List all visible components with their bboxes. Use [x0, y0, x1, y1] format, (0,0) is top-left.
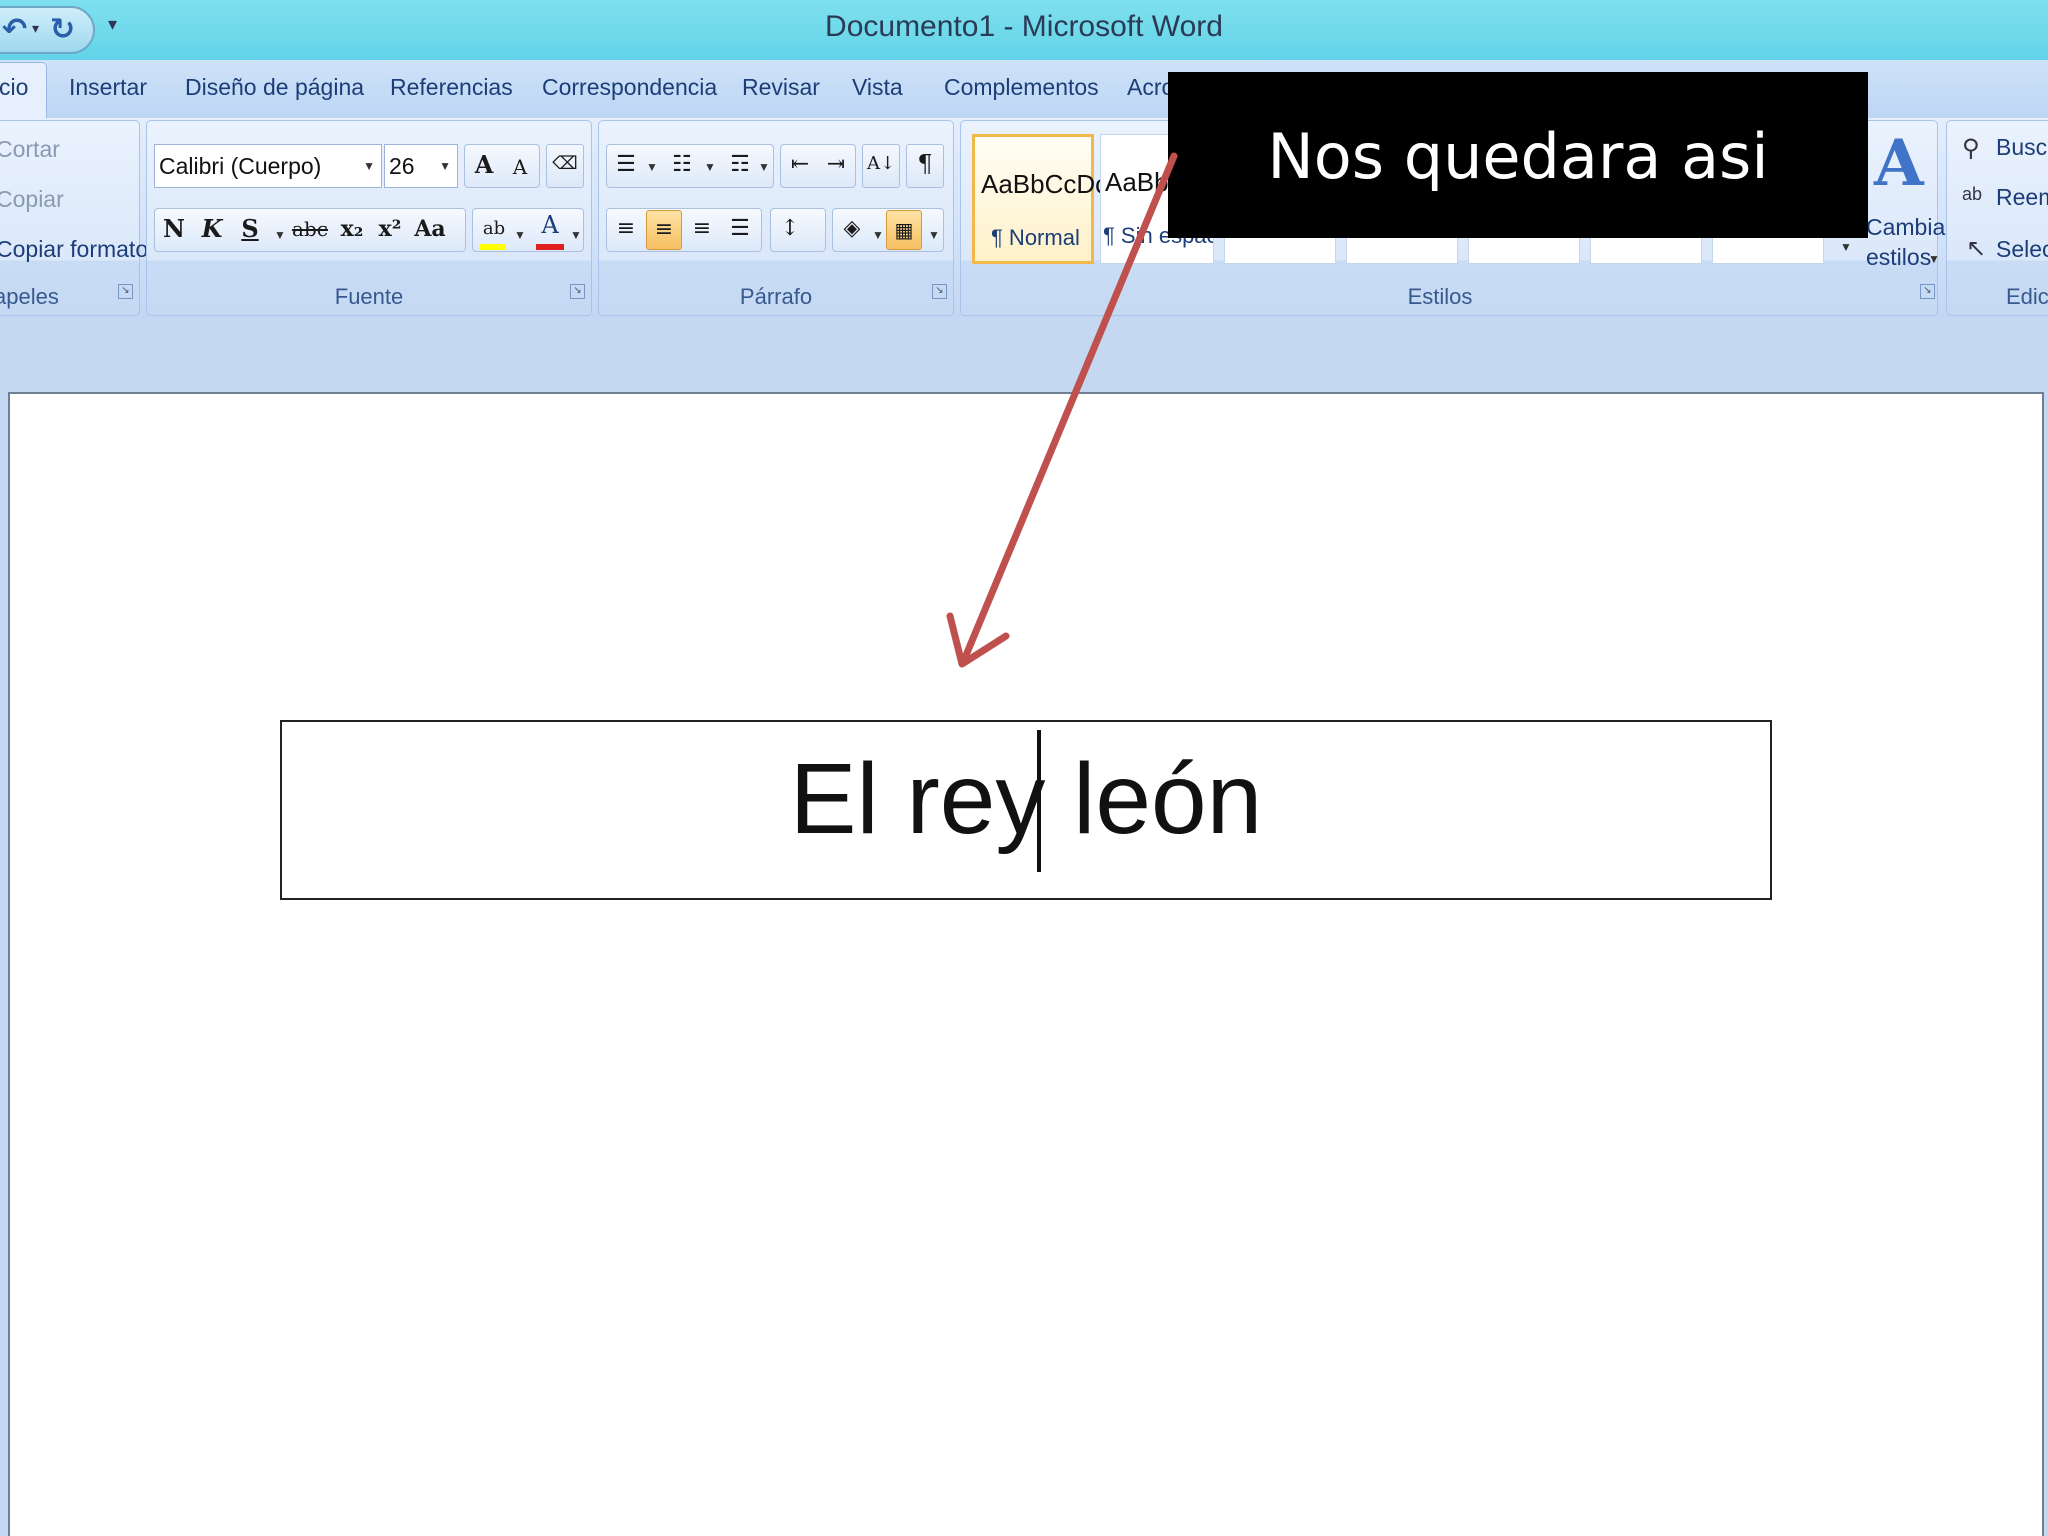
- increase-indent-icon[interactable]: ⇥: [818, 146, 854, 186]
- chevron-down-icon[interactable]: ▼: [758, 160, 770, 174]
- tab-referencias[interactable]: Referencias: [390, 74, 513, 101]
- document-page[interactable]: [8, 392, 2044, 1536]
- chevron-down-icon: ▼: [439, 159, 451, 173]
- clipboard-group-label: apeles: [0, 284, 59, 309]
- decrease-indent-icon[interactable]: ⇤: [782, 146, 818, 186]
- find-icon[interactable]: ⚲: [1962, 134, 1980, 163]
- chevron-down-icon[interactable]: ▼: [570, 228, 582, 242]
- strikethrough-button[interactable]: abc: [292, 210, 328, 250]
- window-title: Documento1 - Microsoft Word: [825, 10, 1223, 43]
- chevron-down-icon[interactable]: ▼: [646, 160, 658, 174]
- change-styles-label-2[interactable]: estilos: [1866, 244, 1931, 271]
- highlight-color-swatch: [480, 244, 506, 250]
- change-styles-icon[interactable]: A: [1874, 126, 1924, 201]
- replace-icon[interactable]: ab: [1962, 184, 1982, 205]
- align-left-icon[interactable]: ≡: [608, 210, 644, 250]
- show-formatting-button[interactable]: ¶: [906, 144, 944, 188]
- font-family-select[interactable]: Calibri (Cuerpo) ▼: [154, 144, 382, 188]
- multilevel-list-icon[interactable]: ☶: [722, 146, 758, 186]
- clipboard-launcher-icon[interactable]: ↘: [118, 284, 133, 299]
- font-family-value: Calibri (Cuerpo): [159, 153, 322, 179]
- align-center-icon[interactable]: ≡: [646, 210, 682, 250]
- style-name: ¶ Normal: [991, 225, 1080, 250]
- annotation-text: Nos quedara asi: [1267, 120, 1769, 193]
- find-button[interactable]: Busc: [1996, 134, 2047, 161]
- shrink-font-button[interactable]: A: [502, 148, 538, 188]
- tab-inicio[interactable]: cio: [0, 62, 48, 118]
- numbering-icon[interactable]: ☷: [664, 146, 700, 186]
- font-launcher-icon[interactable]: ↘: [570, 284, 585, 299]
- font-color-swatch: [536, 244, 564, 250]
- grow-font-button[interactable]: A: [466, 146, 502, 186]
- document-text-box[interactable]: El rey león: [280, 720, 1772, 900]
- format-painter-button[interactable]: Copiar formato: [0, 236, 148, 263]
- paragraph-group-label: Párrafo: [739, 284, 813, 309]
- style-sample: AaBbCcDc: [981, 169, 1109, 199]
- copy-button[interactable]: Copiar: [0, 186, 64, 213]
- annotation-callout: Nos quedara asi: [1168, 72, 1868, 238]
- editing-group-label: Edic: [2006, 284, 2048, 309]
- text-after-caret: león: [1073, 743, 1263, 855]
- change-case-button[interactable]: Aa: [412, 210, 448, 250]
- text-cursor: [1037, 730, 1041, 872]
- borders-icon[interactable]: ▦: [886, 210, 922, 250]
- chevron-down-icon[interactable]: ▼: [1928, 252, 1940, 266]
- subscript-button[interactable]: x₂: [334, 210, 370, 250]
- chevron-down-icon[interactable]: ▼: [514, 228, 526, 242]
- tab-vista[interactable]: Vista: [852, 74, 903, 101]
- tab-correspondencia[interactable]: Correspondencia: [542, 74, 717, 101]
- justify-icon[interactable]: ☰: [722, 210, 758, 250]
- select-icon[interactable]: ↖: [1966, 234, 1986, 263]
- chevron-down-icon[interactable]: ▼: [928, 228, 940, 242]
- text-before-caret: El rey: [789, 743, 1046, 855]
- style-normal[interactable]: AaBbCcDc ¶ Normal: [972, 134, 1108, 264]
- paragraph-launcher-icon[interactable]: ↘: [932, 284, 947, 299]
- select-button[interactable]: Selec: [1996, 236, 2048, 263]
- clear-format-icon[interactable]: ⌫: [546, 144, 584, 188]
- font-size-value: 26: [389, 153, 415, 179]
- tab-revisar[interactable]: Revisar: [742, 74, 820, 101]
- font-group-label: Fuente: [334, 284, 404, 309]
- highlight-label: ab: [482, 218, 506, 239]
- chevron-down-icon[interactable]: ▼: [872, 228, 884, 242]
- replace-button[interactable]: Reem: [1996, 184, 2048, 211]
- italic-button[interactable]: K: [194, 210, 230, 250]
- tab-diseno-pagina[interactable]: Diseño de página: [185, 74, 364, 101]
- chevron-down-icon[interactable]: ▼: [274, 228, 286, 242]
- style-sample: AaBb: [1105, 167, 1169, 197]
- line-spacing-icon[interactable]: ↕: [772, 210, 808, 250]
- underline-button[interactable]: S: [232, 210, 268, 250]
- bold-button[interactable]: N: [156, 210, 192, 250]
- font-color-button[interactable]: A: [532, 206, 568, 246]
- styles-group-label: Estilos: [1407, 284, 1473, 309]
- font-size-select[interactable]: 26 ▼: [384, 144, 458, 188]
- tab-insertar[interactable]: Insertar: [69, 74, 147, 101]
- shading-icon[interactable]: ◈: [834, 210, 870, 250]
- sort-button[interactable]: A↓: [862, 144, 900, 188]
- tab-complementos[interactable]: Complementos: [944, 74, 1099, 101]
- change-styles-label-1[interactable]: Cambiar: [1866, 214, 1953, 241]
- cut-button[interactable]: Cortar: [0, 136, 60, 163]
- chevron-down-icon: ▼: [363, 159, 375, 173]
- styles-launcher-icon[interactable]: ↘: [1920, 284, 1935, 299]
- superscript-button[interactable]: x²: [372, 210, 408, 250]
- styles-more-icon[interactable]: ▼: [1840, 240, 1852, 254]
- bullets-icon[interactable]: ☰: [608, 146, 644, 186]
- align-right-icon[interactable]: ≡: [684, 210, 720, 250]
- chevron-down-icon[interactable]: ▼: [704, 160, 716, 174]
- document-text: El rey león: [282, 742, 1770, 857]
- title-bar: ↶ ▾ ↻ ▾ Documento1 - Microsoft Word: [0, 0, 2048, 60]
